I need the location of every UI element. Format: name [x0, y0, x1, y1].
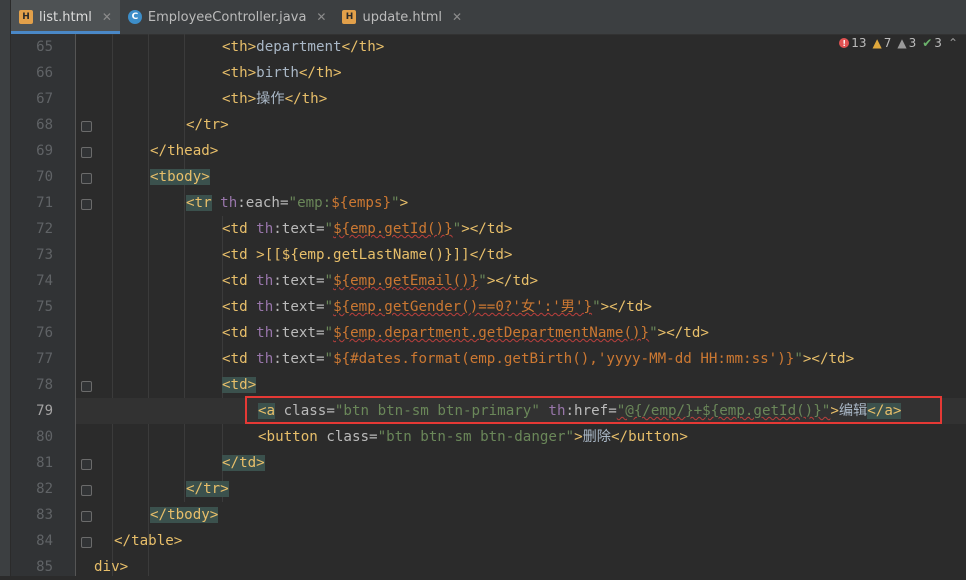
warning-count[interactable]: ▲ 7 — [872, 36, 891, 50]
java-class-icon: C — [127, 10, 142, 24]
line-number: 68 — [36, 117, 53, 133]
line-number-gutter[interactable]: 65 66 67 68 69 70 71 72 73 74 75 76 77 7… — [11, 34, 76, 576]
tab-bar-left-edge — [0, 0, 11, 34]
tab-label: update.html — [362, 9, 443, 25]
typo-check-icon: ✔ — [922, 36, 933, 50]
close-icon[interactable]: ✕ — [102, 10, 112, 24]
line-number: 80 — [36, 429, 53, 445]
line-number: 66 — [36, 65, 53, 81]
line-number: 73 — [36, 247, 53, 263]
code-line-84: </table> — [114, 533, 183, 549]
tab-update-html[interactable]: H update.html ✕ — [334, 0, 470, 34]
line-number: 84 — [36, 533, 53, 549]
code-line-77: <td th:text="${#dates.format(emp.getBirt… — [222, 351, 855, 367]
code-line-73: <td >[[${emp.getLastName()}]]</td> — [222, 247, 513, 263]
error-icon: ! — [839, 38, 850, 48]
warning-icon: ▲ — [872, 36, 882, 50]
line-number: 74 — [36, 273, 53, 289]
code-line-68: </tr> — [186, 117, 229, 133]
code-line-70: <tbody> — [150, 169, 210, 185]
code-line-80: <button class="btn btn-sm btn-danger">删除… — [258, 429, 688, 445]
line-number-current: 79 — [36, 403, 53, 419]
code-line-78: <td> — [222, 377, 257, 393]
line-number: 78 — [36, 377, 53, 393]
weak-warning-icon: ▲ — [897, 36, 907, 50]
line-number: 76 — [36, 325, 53, 341]
tab-label: list.html — [39, 9, 92, 25]
html-file-icon: H — [342, 10, 357, 24]
line-number: 75 — [36, 299, 53, 315]
code-line-85: div> — [94, 559, 129, 575]
close-icon[interactable]: ✕ — [316, 10, 326, 24]
code-line-74: <td th:text="${emp.getEmail()}"></td> — [222, 273, 539, 289]
code-line-71: <tr th:each="emp:${emps}"> — [186, 195, 409, 211]
error-count[interactable]: ! 13 — [839, 36, 866, 50]
line-number: 72 — [36, 221, 53, 237]
code-line-76: <td th:text="${emp.department.getDepartm… — [222, 325, 709, 341]
editor-tab-bar: H list.html ✕ C EmployeeController.java … — [0, 0, 966, 35]
line-number: 77 — [36, 351, 53, 367]
close-icon[interactable]: ✕ — [452, 10, 462, 24]
code-line-83: </tbody> — [150, 507, 219, 523]
code-line-65: <th>department</th> — [222, 39, 385, 55]
code-line-81: </td> — [222, 455, 265, 471]
code-line-66: <th>birth</th> — [222, 65, 342, 81]
line-number: 67 — [36, 91, 53, 107]
tab-label: EmployeeController.java — [147, 9, 307, 25]
typo-count[interactable]: ✔ 3 — [922, 36, 942, 50]
line-number: 65 — [36, 39, 53, 55]
project-panel-edge[interactable] — [0, 34, 11, 576]
chevron-up-icon[interactable]: ⌃ — [948, 36, 958, 50]
code-line-75: <td th:text="${emp.getGender()==0?'女':'男… — [222, 299, 652, 315]
code-line-72: <td th:text="${emp.getId()}"></td> — [222, 221, 513, 237]
line-number: 71 — [36, 195, 53, 211]
code-editor[interactable]: <th>department</th> <th>birth</th> <th>操… — [76, 34, 966, 576]
weak-warning-count[interactable]: ▲ 3 — [897, 36, 916, 50]
tab-employeecontroller-java[interactable]: C EmployeeController.java ✕ — [120, 0, 335, 34]
html-file-icon: H — [19, 10, 33, 24]
inspection-widget[interactable]: ! 13 ▲ 7 ▲ 3 ✔ 3 ⌃ — [839, 36, 958, 50]
line-number: 69 — [36, 143, 53, 159]
line-number: 70 — [36, 169, 53, 185]
line-number: 83 — [36, 507, 53, 523]
line-number: 81 — [36, 455, 53, 471]
code-line-67: <th>操作</th> — [222, 91, 328, 107]
code-line-69: </thead> — [150, 143, 219, 159]
line-number: 82 — [36, 481, 53, 497]
code-line-79: <a class="btn btn-sm btn-primary" th:hre… — [258, 403, 902, 419]
line-number: 85 — [36, 559, 53, 575]
code-line-82: </tr> — [186, 481, 229, 497]
tab-list-html[interactable]: H list.html ✕ — [11, 0, 120, 34]
